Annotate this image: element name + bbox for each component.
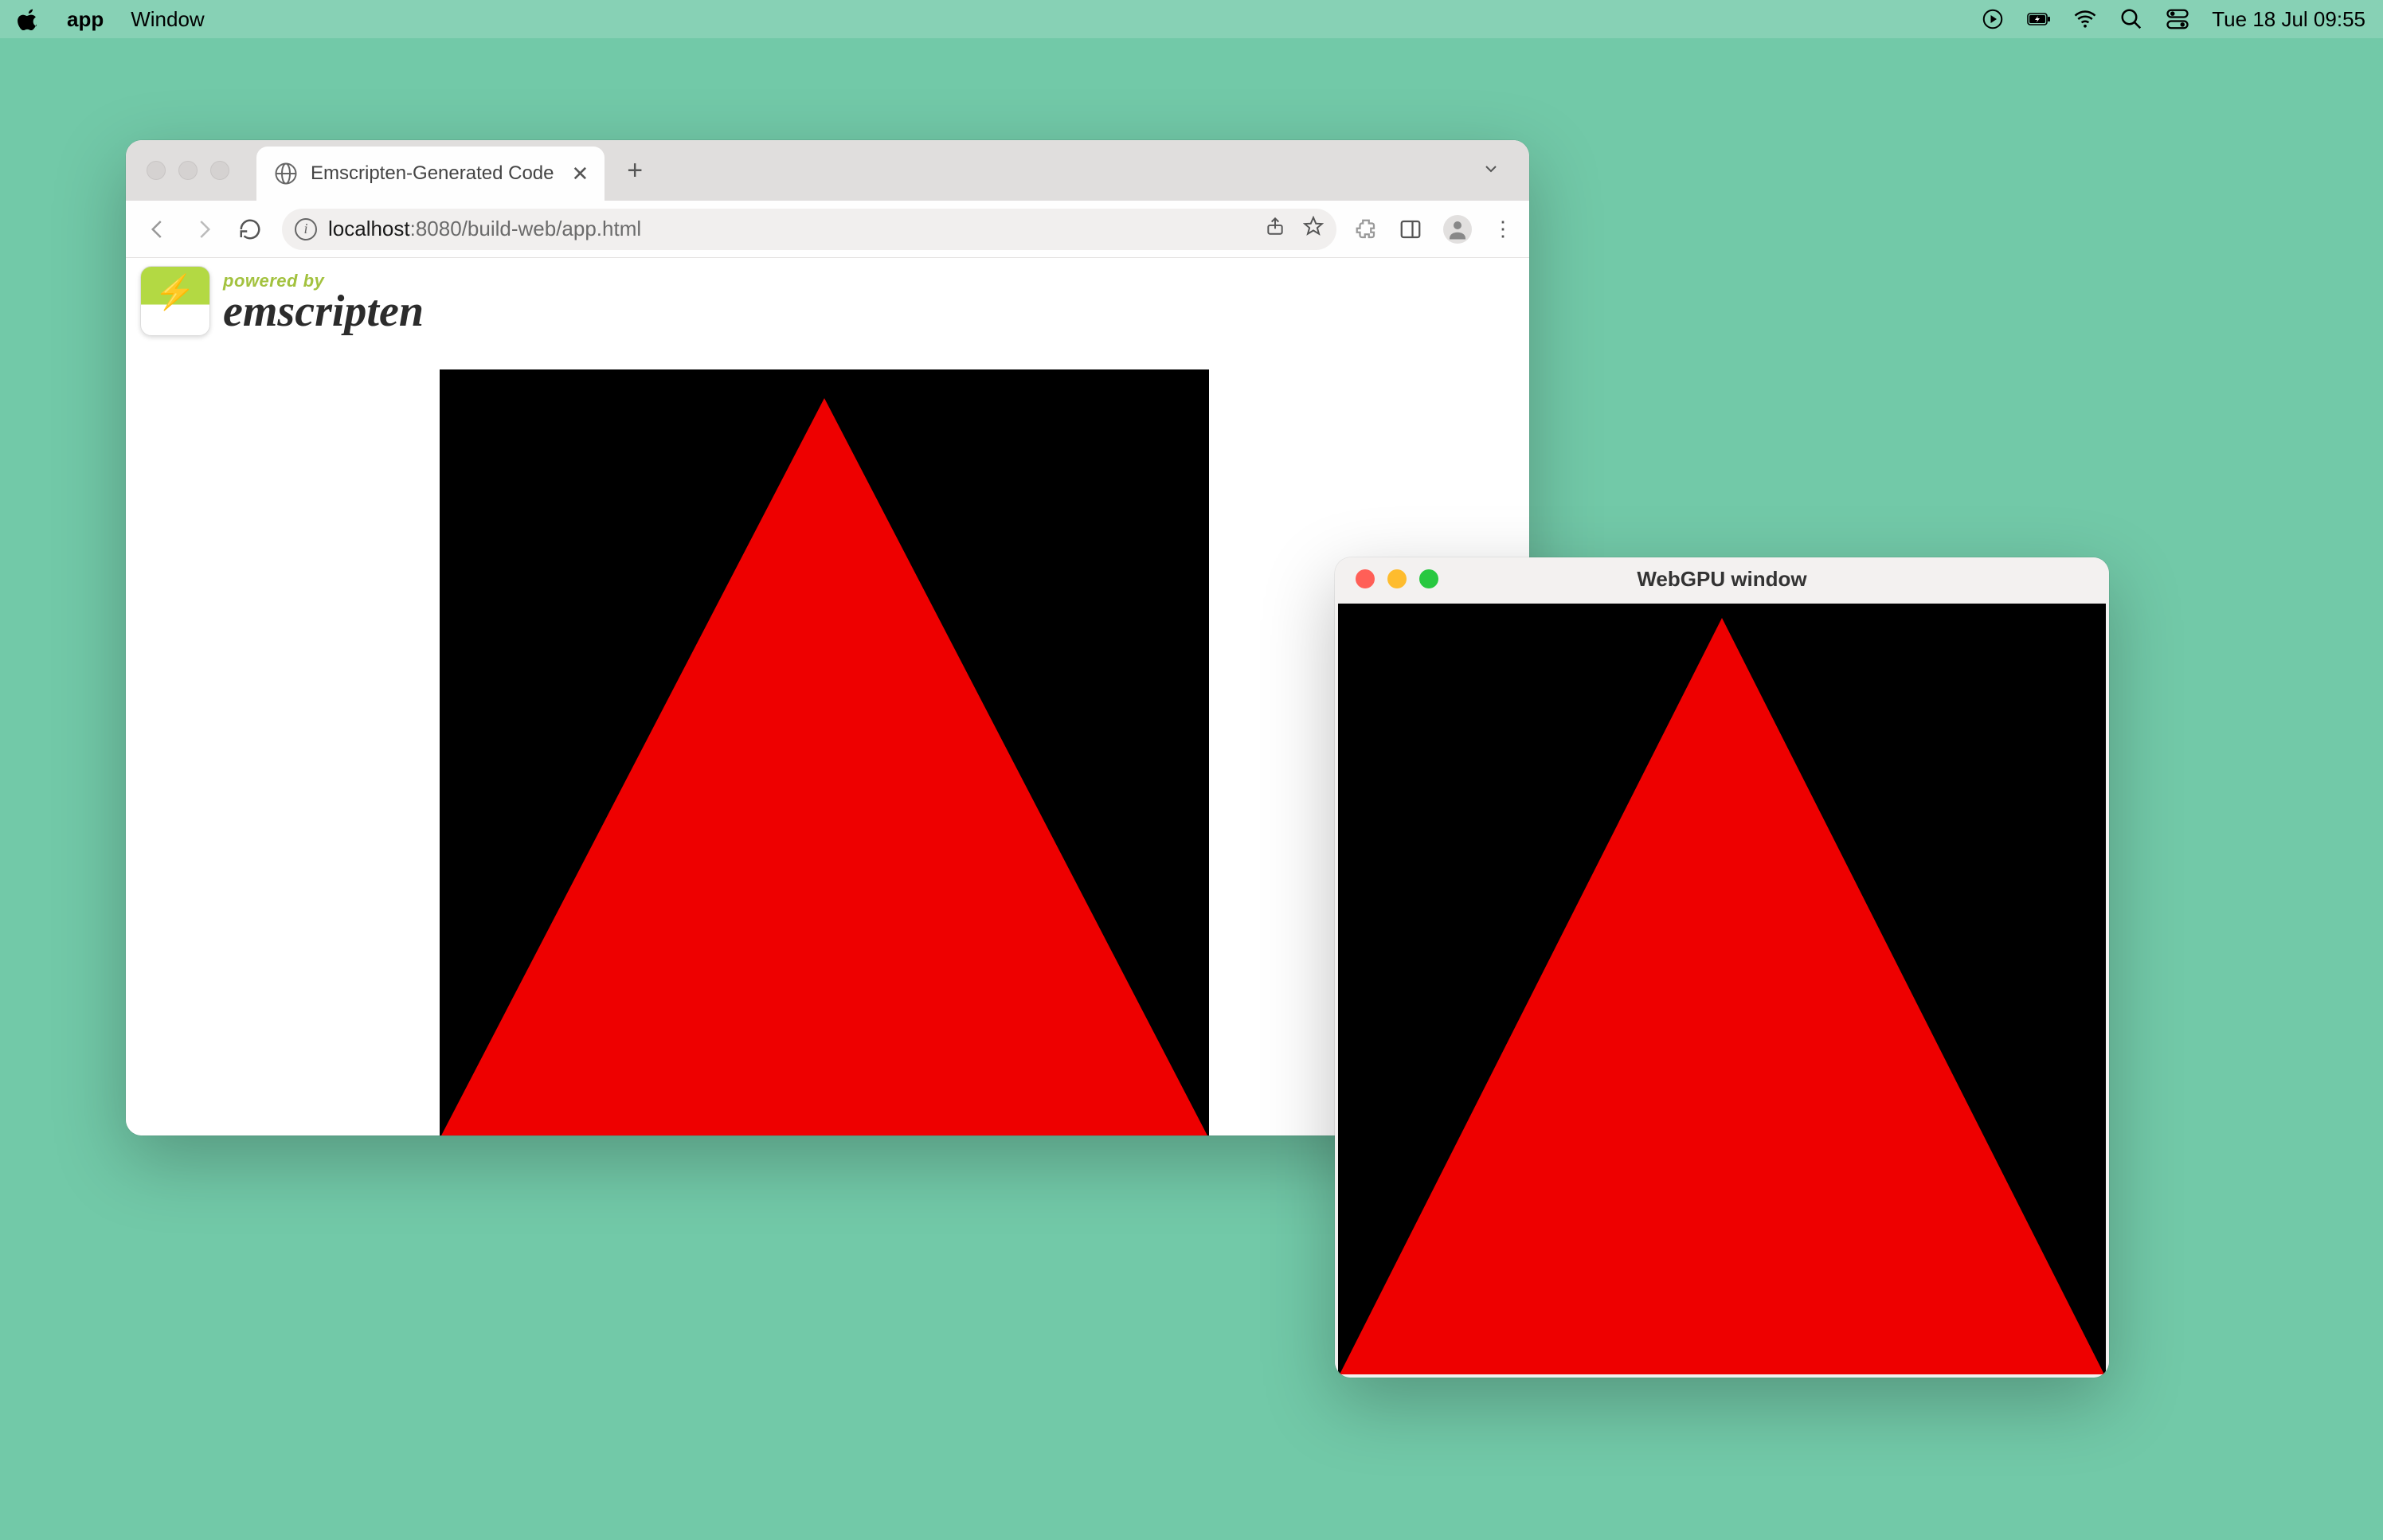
emscripten-name-label: emscripten <box>223 291 424 331</box>
control-center-icon[interactable] <box>2166 7 2189 31</box>
window-minimize-button[interactable] <box>178 161 198 180</box>
emscripten-logo-icon: ⚡ <box>140 266 210 336</box>
globe-icon <box>274 162 298 186</box>
share-icon[interactable] <box>1265 216 1285 242</box>
native-window-title: WebGPU window <box>1335 567 2109 592</box>
forward-button[interactable] <box>190 217 218 241</box>
battery-icon[interactable] <box>2027 7 2051 31</box>
window-zoom-button[interactable] <box>210 161 229 180</box>
sidepanel-icon[interactable] <box>1399 217 1422 241</box>
apple-logo-icon[interactable] <box>18 8 40 30</box>
menubar-app-name[interactable]: app <box>67 7 104 32</box>
url-text: localhost:8080/build-web/app.html <box>328 217 641 241</box>
display-icon[interactable] <box>1981 7 2005 31</box>
browser-menu-icon[interactable]: ⋮ <box>1493 217 1512 241</box>
profile-avatar[interactable] <box>1443 215 1472 244</box>
native-content <box>1335 600 2109 1378</box>
native-window: WebGPU window <box>1335 557 2109 1378</box>
red-triangle <box>1340 618 2104 1374</box>
browser-tab[interactable]: Emscripten-Generated Code ✕ <box>256 147 605 201</box>
tab-close-icon[interactable]: ✕ <box>571 162 589 186</box>
wifi-icon[interactable] <box>2073 7 2097 31</box>
extensions-icon[interactable] <box>1354 217 1378 241</box>
bookmark-icon[interactable] <box>1303 216 1324 242</box>
macos-menubar: app Window Tue 18 Jul 09:55 <box>0 0 2383 38</box>
browser-page-content: ⚡ powered by emscripten <box>126 258 1529 1135</box>
browser-titlebar[interactable]: Emscripten-Generated Code ✕ + <box>126 140 1529 201</box>
tab-title: Emscripten-Generated Code <box>311 162 554 185</box>
site-info-icon[interactable]: i <box>295 218 317 240</box>
tabs-dropdown-icon[interactable] <box>1481 159 1501 182</box>
reload-button[interactable] <box>236 217 264 241</box>
red-triangle <box>440 398 1209 1135</box>
browser-traffic-lights <box>126 161 229 180</box>
native-titlebar[interactable]: WebGPU window <box>1335 557 2109 600</box>
browser-toolbar: i localhost:8080/build-web/app.html ⋮ <box>126 201 1529 258</box>
back-button[interactable] <box>143 217 172 241</box>
webgpu-canvas-web[interactable] <box>440 369 1209 1135</box>
emscripten-badge: ⚡ powered by emscripten <box>140 266 424 336</box>
spotlight-icon[interactable] <box>2119 7 2143 31</box>
address-bar[interactable]: i localhost:8080/build-web/app.html <box>282 209 1336 250</box>
browser-window: Emscripten-Generated Code ✕ + i localhos… <box>126 140 1529 1135</box>
new-tab-button[interactable]: + <box>627 155 643 186</box>
window-close-button[interactable] <box>147 161 166 180</box>
menubar-clock[interactable]: Tue 18 Jul 09:55 <box>2212 7 2365 32</box>
webgpu-canvas-native[interactable] <box>1338 604 2106 1374</box>
menubar-window-menu[interactable]: Window <box>131 7 204 32</box>
